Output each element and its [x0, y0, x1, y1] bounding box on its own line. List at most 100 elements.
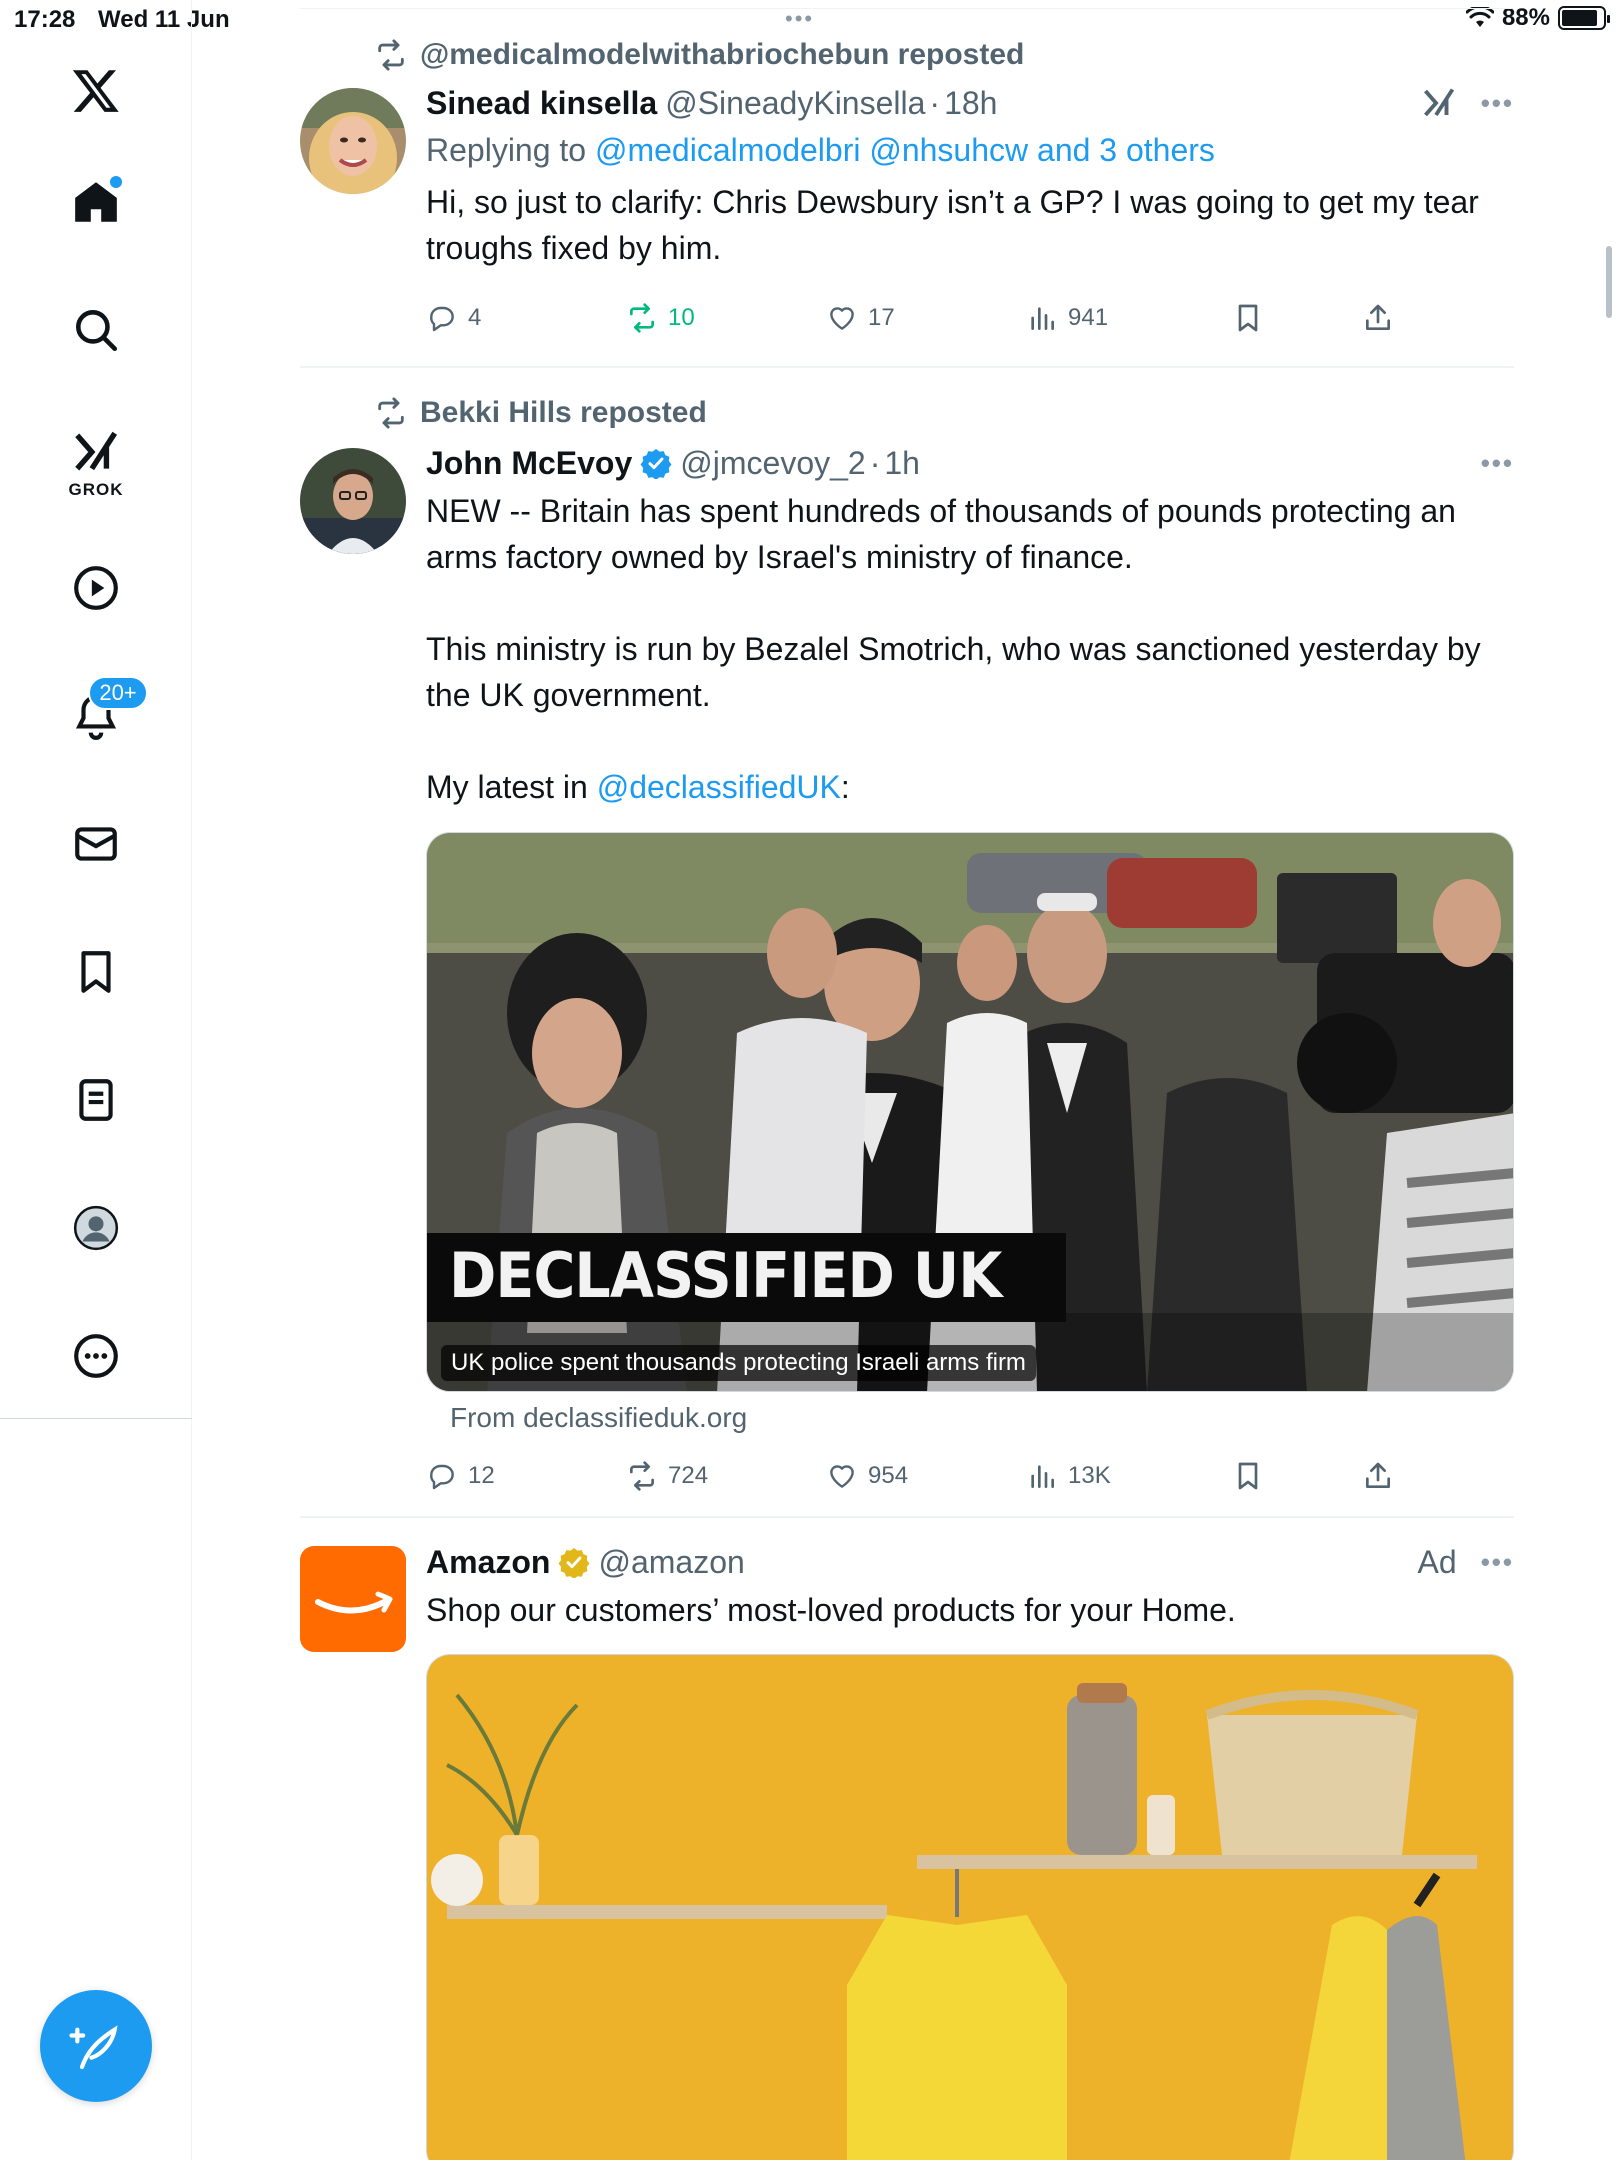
views-button[interactable]: 13K [1026, 1456, 1111, 1496]
repost-icon [378, 39, 404, 71]
display-name[interactable]: Sinead kinsella [426, 85, 657, 122]
tweet-paragraph: This ministry is run by Bezalel Smotrich… [426, 631, 1481, 713]
repost-icon [378, 397, 404, 429]
link-card-image[interactable]: DECLASSIFIED UK UK police spent thousand… [426, 832, 1514, 1392]
heart-icon [830, 307, 854, 330]
sidebar-nav: GROK 20+ [0, 0, 192, 2160]
like-button[interactable]: 17 [826, 298, 895, 338]
reply-button[interactable]: 12 [426, 1456, 495, 1496]
sidebar-item-grok[interactable]: GROK [64, 420, 128, 499]
sidebar-separator [0, 1418, 192, 1419]
more-options-icon[interactable]: ••• [1481, 1547, 1514, 1578]
heart-icon [830, 1465, 854, 1488]
tweet-time[interactable]: 18h [944, 85, 997, 122]
declassified-banner-text: DECLASSIFIED UK [449, 1239, 1002, 1312]
more-circle-icon [74, 1334, 118, 1378]
display-name[interactable]: John McEvoy [426, 445, 632, 482]
user-handle[interactable]: @jmcevoy_2 [680, 445, 865, 482]
reply-count: 4 [468, 304, 482, 331]
repost-button[interactable]: 10 [626, 298, 695, 338]
tweet-header: John McEvoy @jmcevoy_2 · 1h ••• [426, 442, 1514, 484]
scrollbar-thumb[interactable] [1606, 246, 1612, 318]
sidebar-item-search[interactable] [64, 298, 128, 362]
bookmark-icon [1238, 1462, 1258, 1490]
replying-to-link[interactable]: @medicalmodelbri @nhsuhcw and 3 others [595, 132, 1215, 168]
grok-icon[interactable] [1421, 85, 1457, 121]
bookmark-icon [1238, 304, 1258, 332]
view-count: 13K [1068, 1462, 1111, 1489]
like-count: 17 [868, 304, 895, 331]
more-options-icon[interactable]: ••• [1481, 448, 1514, 479]
display-name[interactable]: Amazon [426, 1544, 550, 1581]
amazon-logo-icon [315, 1591, 393, 1614]
repost-icon [630, 1461, 654, 1491]
link-source[interactable]: From declassifieduk.org [450, 1402, 747, 1434]
video-icon [74, 566, 118, 610]
search-icon [76, 310, 118, 352]
tweet-header-right: Ad ••• [1418, 1541, 1514, 1583]
like-button[interactable]: 954 [826, 1456, 908, 1496]
notifications-badge: 20+ [88, 676, 148, 710]
mention-link[interactable]: @declassifiedUK [597, 769, 841, 805]
more-options-icon[interactable]: ••• [1481, 88, 1514, 119]
sidebar-item-lists[interactable] [64, 1068, 128, 1132]
compose-button[interactable] [40, 1990, 152, 2102]
sidebar-item-more[interactable] [64, 1324, 128, 1388]
tweet-text-fragment: My latest in [426, 769, 597, 805]
share-button[interactable] [1362, 1456, 1394, 1496]
bookmark-icon [81, 951, 111, 993]
separator-dot: · [929, 84, 941, 121]
declassified-banner: DECLASSIFIED UK [427, 1233, 1066, 1322]
tweet-divider [300, 366, 1514, 368]
bookmark-button[interactable] [1232, 1456, 1264, 1496]
repost-indicator: @medicalmodelwithabriochebun reposted [374, 38, 1024, 72]
compose-icon [69, 2025, 118, 2070]
tweet-body: Sinead kinsella @SineadyKinsella · 18h •… [426, 82, 1514, 271]
tweet-paragraph: NEW -- Britain has spent hundreds of tho… [426, 493, 1456, 575]
views-button[interactable]: 941 [1026, 298, 1108, 338]
x-logo-icon[interactable] [64, 58, 128, 122]
tweet-time[interactable]: 1h [884, 445, 920, 482]
avatar[interactable] [300, 88, 406, 194]
tweet-actions: 12 724 954 13K [426, 1456, 1428, 1496]
profile-icon [73, 1205, 119, 1251]
repost-count: 724 [668, 1462, 709, 1489]
reply-count: 12 [468, 1462, 495, 1489]
tweet-paragraph: My latest in @declassifiedUK: [426, 764, 1514, 810]
user-handle[interactable]: @amazon [598, 1544, 744, 1581]
share-icon [1366, 304, 1390, 330]
ad-image[interactable] [426, 1654, 1514, 2160]
tweet-header-right: ••• [1421, 82, 1514, 124]
verified-gold-badge-icon [558, 1548, 590, 1578]
tweet-body: John McEvoy @jmcevoy_2 · 1h ••• NEW -- B… [426, 442, 1514, 810]
sidebar-item-video[interactable] [64, 556, 128, 620]
battery-fill [1562, 10, 1598, 26]
reposted-by[interactable]: @medicalmodelwithabriochebun reposted [420, 38, 1024, 72]
user-handle[interactable]: @SineadyKinsella [665, 85, 925, 122]
reply-button[interactable]: 4 [426, 298, 481, 338]
repost-button[interactable]: 724 [626, 1456, 708, 1496]
sidebar-item-bookmarks[interactable] [64, 940, 128, 1004]
repost-icon [630, 303, 654, 333]
avatar[interactable] [300, 448, 406, 554]
sidebar-item-notifications[interactable]: 20+ [64, 676, 148, 748]
tweet-text: Shop our customers’ most-loved products … [426, 1592, 1236, 1628]
sidebar-item-home[interactable] [64, 170, 128, 234]
like-count: 954 [868, 1462, 909, 1489]
sidebar-item-messages[interactable] [64, 812, 128, 876]
share-button[interactable] [1362, 298, 1394, 338]
avatar[interactable] [300, 1546, 406, 1652]
repost-count: 10 [668, 304, 695, 331]
home-unread-dot [110, 176, 122, 188]
reposted-by[interactable]: Bekki Hills reposted [420, 396, 707, 430]
grok-icon [75, 431, 118, 471]
repost-indicator: Bekki Hills reposted [374, 396, 707, 430]
tweet-divider [300, 1516, 1514, 1518]
ad-photo [427, 1655, 1513, 2160]
view-count: 941 [1068, 304, 1109, 331]
tweet-header-right: ••• [1481, 442, 1514, 484]
sidebar-item-profile[interactable] [64, 1196, 128, 1260]
reply-icon [430, 1464, 454, 1490]
share-icon [1366, 1462, 1390, 1488]
bookmark-button[interactable] [1232, 298, 1264, 338]
